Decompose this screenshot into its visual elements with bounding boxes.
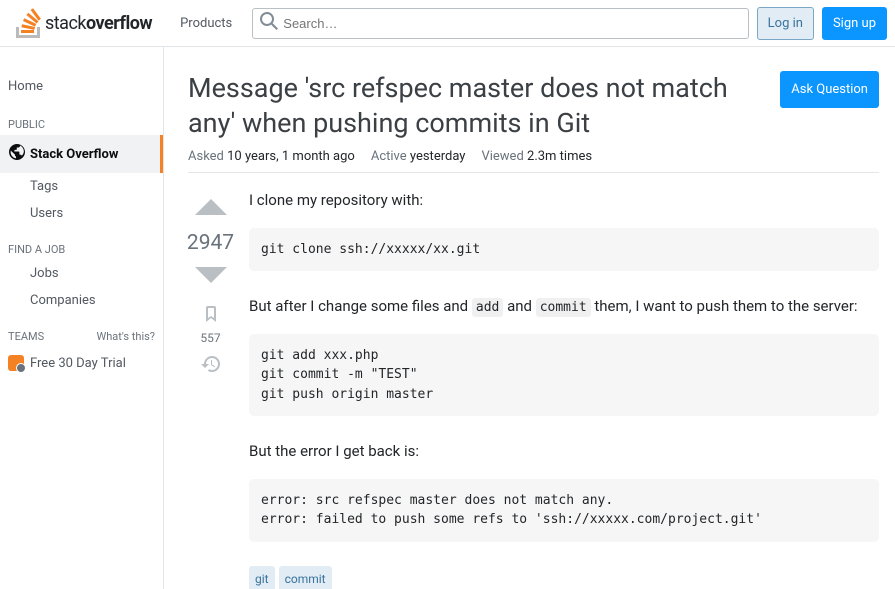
search-wrap [252,8,748,39]
sidebar-item-users[interactable]: Users [0,200,163,227]
login-button[interactable]: Log in [757,7,814,40]
question-body: I clone my repository with: git clone ss… [249,189,879,589]
products-link[interactable]: Products [168,10,244,37]
signup-button[interactable]: Sign up [822,7,887,40]
inline-code: add [472,298,503,317]
meta-active: Active yesterday [371,149,466,164]
inline-code: commit [536,298,591,317]
sidebar-header-findjob: FIND A JOB [0,227,163,260]
sidebar-item-tags[interactable]: Tags [0,173,163,200]
bookmark-button[interactable] [202,305,220,327]
body-paragraph: I clone my repository with: [249,189,879,212]
sidebar: Home PUBLIC Stack Overflow Tags Users FI… [0,47,164,589]
briefcase-icon [8,355,24,371]
content: Message 'src refspec master does not mat… [164,47,895,589]
meta-viewed: Viewed 2.3m times [481,149,592,164]
bookmark-count: 557 [200,331,220,345]
ask-question-button[interactable]: Ask Question [780,71,879,108]
main: Home PUBLIC Stack Overflow Tags Users FI… [0,47,895,589]
logo[interactable]: stackoverflow [8,8,160,38]
code-block: git clone ssh://xxxxx/xx.git [249,228,879,272]
teams-help-link[interactable]: What's this? [96,330,155,343]
question-post: 2947 557 I clone my repository with: git… [188,189,879,589]
globe-icon [8,143,26,165]
search-icon [260,12,278,34]
tag[interactable]: git [249,566,275,589]
logo-text: stackoverflow [45,13,152,34]
upvote-button[interactable] [193,189,229,229]
sidebar-item-trial[interactable]: Free 30 Day Trial [0,347,163,379]
sidebar-teams-row: TEAMS What's this? [0,314,163,347]
vote-cell: 2947 557 [188,189,233,589]
tag-list: git commit [249,566,879,589]
sidebar-item-home[interactable]: Home [0,71,163,102]
question-header: Message 'src refspec master does not mat… [188,71,879,141]
sidebar-item-companies[interactable]: Companies [0,287,163,314]
body-paragraph: But after I change some files and add an… [249,295,879,318]
code-block: git add xxx.php git commit -m "TEST" git… [249,334,879,417]
stackoverflow-icon [16,8,41,38]
meta-asked: Asked 10 years, 1 month ago [188,149,355,164]
sidebar-header-public: PUBLIC [0,102,163,135]
tag[interactable]: commit [279,566,332,589]
sidebar-item-stackoverflow[interactable]: Stack Overflow [0,135,163,173]
code-block: error: src refspec master does not match… [249,479,879,542]
sidebar-header-teams: TEAMS [8,330,44,343]
question-title[interactable]: Message 'src refspec master does not mat… [188,71,764,141]
search-input[interactable] [252,8,748,39]
question-meta: Asked 10 years, 1 month ago Active yeste… [188,149,879,173]
vote-count: 2947 [187,231,234,255]
topbar: stackoverflow Products Log in Sign up [0,0,895,47]
body-paragraph: But the error I get back is: [249,440,879,463]
sidebar-item-jobs[interactable]: Jobs [0,260,163,287]
history-button[interactable] [201,355,220,377]
downvote-button[interactable] [193,257,229,297]
sidebar-item-label: Stack Overflow [30,147,118,162]
sidebar-item-label: Free 30 Day Trial [30,356,126,371]
